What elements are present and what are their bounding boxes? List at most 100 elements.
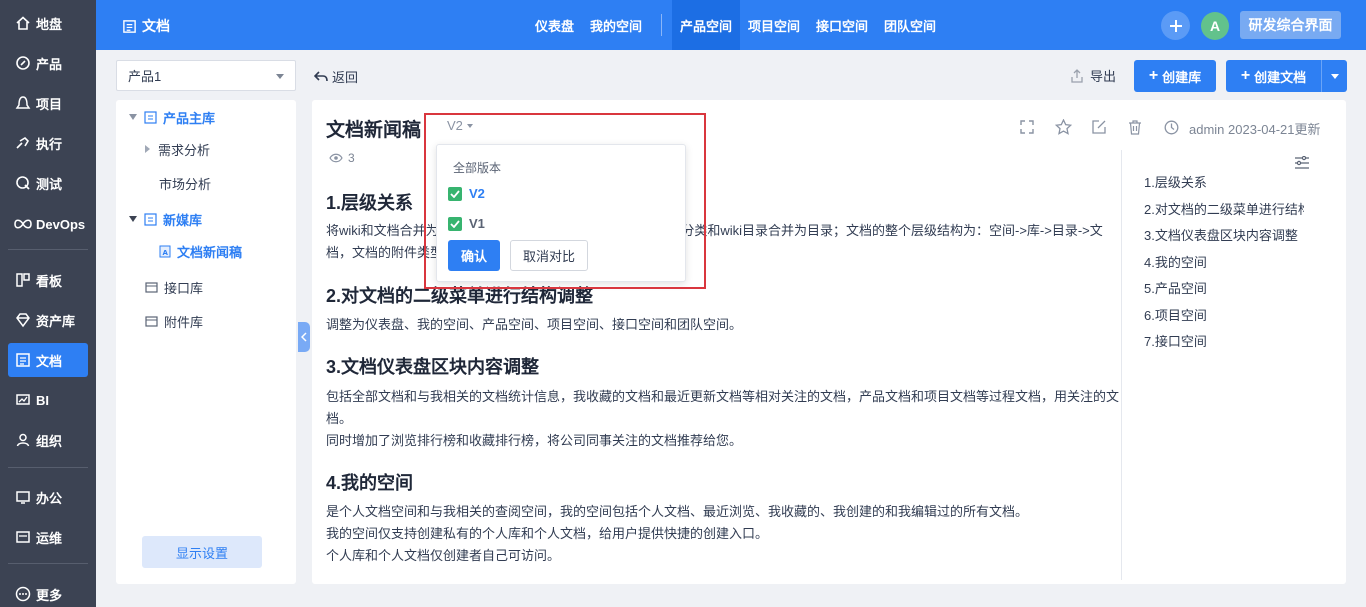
ops-icon [14,528,32,546]
top-nav-project-space[interactable]: 项目空间 [740,0,808,50]
tree-dir-requirements[interactable]: 需求分析 [145,139,210,159]
devops-icon [14,215,32,233]
create-doc-button[interactable]: + 创建文档 [1226,60,1321,92]
document-actions [1018,118,1198,136]
nav-label: 执行 [36,136,63,152]
library-icon [145,281,158,294]
view-count: 3 [329,151,355,165]
back-arrow-icon [314,70,328,81]
section-heading: 4.我的空间 [326,473,414,493]
collapse-sidebar-handle[interactable] [298,322,310,352]
tree-label: 附件库 [164,314,204,330]
display-settings-button[interactable]: 显示设置 [142,536,262,568]
nav-divider [8,249,88,250]
nav-divider [8,467,88,468]
tree-lib-api[interactable]: 接口库 [145,277,203,297]
nav-item-docs[interactable]: 文档 [8,343,88,377]
top-nav-api-space[interactable]: 接口空间 [808,0,876,50]
nav-item-office[interactable]: 办公 [8,480,88,514]
nav-item-product[interactable]: 产品 [8,46,88,80]
nav-item-ops[interactable]: 运维 [8,520,88,554]
tree-label: 需求分析 [158,142,211,158]
top-nav-my-space[interactable]: 我的空间 [582,0,650,50]
top-nav-product-space[interactable]: 产品空间 [672,0,741,50]
project-icon [14,94,32,112]
home-icon [14,14,32,32]
bi-icon [14,391,32,409]
tree-lib-attachments[interactable]: 附件库 [145,311,203,331]
star-icon[interactable] [1054,118,1072,136]
eye-icon [329,153,343,163]
nav-item-more[interactable]: 更多 [8,577,88,607]
kanban-icon [14,271,32,289]
top-nav-team-space[interactable]: 团队空间 [876,0,944,50]
tree-label: 产品主库 [163,110,216,126]
top-nav-dashboard[interactable]: 仪表盘 [527,0,582,50]
nav-item-bi[interactable]: BI [8,383,88,417]
app-title-text: 文档 [142,18,170,34]
nav-item-assets[interactable]: 资产库 [8,303,88,337]
chevron-down-icon [1331,74,1339,79]
toc-item[interactable]: 2.对文档的二级菜单进行结构调整 [1144,199,1304,218]
tree-lib-media[interactable]: 新媒库 [129,209,202,229]
fullscreen-icon[interactable] [1018,118,1036,136]
nav-label: 文档 [36,353,63,369]
nav-divider [8,563,88,564]
tree-dir-market[interactable]: 市场分析 [159,173,211,193]
tree-lib-product-main[interactable]: 产品主库 [129,107,215,127]
history-icon[interactable] [1162,118,1180,136]
export-button[interactable]: 导出 [1070,66,1116,85]
top-nav-separator [661,14,662,36]
nav-label: BI [36,392,49,408]
nav-item-execution[interactable]: 执行 [8,126,88,160]
nav-label: 项目 [36,96,63,112]
rd-interface-button[interactable]: 研发综合界面 [1240,11,1341,39]
nav-label: 更多 [36,587,63,603]
back-link[interactable]: 返回 [314,67,358,86]
toc-item[interactable]: 7.接口空间 [1144,331,1304,350]
nav-item-devops[interactable]: DevOps [8,207,88,241]
nav-label: 办公 [36,490,63,506]
toc-item[interactable]: 6.项目空间 [1144,305,1304,324]
toc-toggle-icon[interactable] [1294,156,1310,170]
collapsed-icon [145,145,150,153]
product-select[interactable]: 产品1 [116,60,296,91]
section-paragraph: 调整为仪表盘、我的空间、产品空间、项目空间、接口空间和团队空间。 [326,317,743,332]
tree-label: 市场分析 [159,176,212,192]
tree-label: 文档新闻稿 [177,244,243,260]
toc-item[interactable]: 4.我的空间 [1144,252,1304,271]
svg-text:A: A [163,249,169,257]
toc-item[interactable]: 3.文档仪表盘区块内容调整 [1144,225,1304,244]
nav-item-home[interactable]: 地盘 [8,6,88,40]
delete-icon[interactable] [1126,118,1144,136]
quick-create-button[interactable] [1161,11,1190,40]
edit-icon[interactable] [1090,118,1108,136]
create-doc-dropdown[interactable] [1321,60,1347,92]
nav-item-kanban[interactable]: 看板 [8,263,88,297]
create-doc-label: 创建文档 [1254,69,1307,85]
export-icon [1070,68,1084,83]
chevron-left-icon [301,332,307,342]
office-icon [14,488,32,506]
execution-icon [14,134,32,152]
chevron-down-icon [276,74,284,79]
document-icon [14,351,32,369]
nav-item-test[interactable]: 测试 [8,166,88,200]
create-lib-button[interactable]: + 创建库 [1134,60,1216,92]
avatar[interactable]: A [1201,12,1229,40]
nav-label: 产品 [36,56,63,72]
create-lib-label: 创建库 [1162,69,1202,85]
nav-label: 资产库 [36,313,76,329]
nav-item-project[interactable]: 项目 [8,86,88,120]
nav-label: 运维 [36,530,63,546]
nav-item-org[interactable]: 组织 [8,423,88,457]
plus-icon: + [1240,67,1251,84]
product-icon [14,54,32,72]
section-paragraph: 同时增加了浏览排行榜和收藏排行榜，将公司同事关注的文档推荐给您。 [326,433,743,448]
tree-doc-press-release[interactable]: A 文档新闻稿 [159,241,242,261]
toc-item[interactable]: 5.产品空间 [1144,278,1304,297]
toc-item[interactable]: 1.层级关系 [1144,172,1304,191]
section-heading: 3.文档仪表盘区块内容调整 [326,357,540,377]
nav-label: 组织 [36,433,63,449]
section-paragraph: 包括全部文档和与我相关的文档统计信息，我收藏的文档和最近更新文档等相对关注的文档… [326,389,1120,426]
